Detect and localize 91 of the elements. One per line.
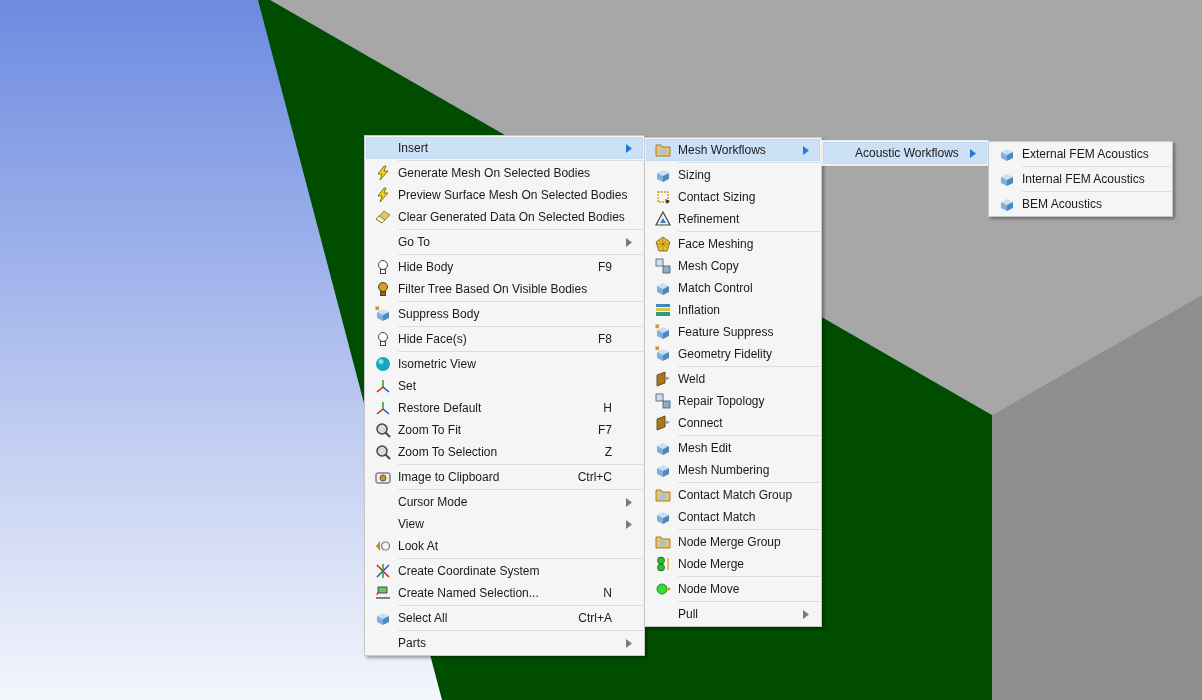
menu-item[interactable]: Match Control xyxy=(646,277,820,299)
shortcut-text: F8 xyxy=(598,332,613,346)
layers-icon xyxy=(654,302,671,318)
triangle-icon xyxy=(654,211,671,227)
menu-item[interactable]: External FEM Acoustics xyxy=(990,143,1171,165)
menu-item[interactable]: Contact Sizing xyxy=(646,186,820,208)
menu-item[interactable]: Hide Body F9 xyxy=(366,256,643,278)
magnifier-icon xyxy=(374,444,391,460)
menu-item[interactable]: Inflation xyxy=(646,299,820,321)
shortcut-text: N xyxy=(603,586,613,600)
eraser-icon xyxy=(374,209,391,225)
shortcut-text: F9 xyxy=(598,260,613,274)
menu-item[interactable]: Sizing xyxy=(646,164,820,186)
menu-item[interactable]: Mesh Workflows xyxy=(646,139,820,161)
menu-item[interactable]: Restore Default H xyxy=(366,397,643,419)
cube-icon xyxy=(998,196,1015,212)
menu-item[interactable]: Geometry Fidelity xyxy=(646,343,820,365)
menu-item[interactable]: Filter Tree Based On Visible Bodies xyxy=(366,278,643,300)
shortcut-text: Z xyxy=(604,445,613,459)
frame-icon xyxy=(654,189,671,205)
cube-icon xyxy=(654,167,671,183)
axes-icon xyxy=(374,563,391,579)
sphere-icon xyxy=(374,356,391,372)
shortcut-text: Ctrl+A xyxy=(578,611,613,625)
menu-item[interactable]: Internal FEM Acoustics xyxy=(990,168,1171,190)
menu-item[interactable]: Weld xyxy=(646,368,820,390)
menu-item[interactable]: Generate Mesh On Selected Bodies xyxy=(366,162,643,184)
shortcut-text: H xyxy=(603,401,613,415)
menu-item[interactable]: Create Coordinate System xyxy=(366,560,643,582)
menu-item[interactable]: Connect xyxy=(646,412,820,434)
cube-icon xyxy=(374,306,391,322)
node-icon xyxy=(654,581,671,597)
menu-item[interactable]: Face Meshing xyxy=(646,233,820,255)
menu-item[interactable]: Mesh Edit xyxy=(646,437,820,459)
cube-icon xyxy=(654,462,671,478)
cube-icon xyxy=(654,280,671,296)
menu-item[interactable]: Hide Face(s) F8 xyxy=(366,328,643,350)
cube-icon xyxy=(654,346,671,362)
cube-icon xyxy=(654,440,671,456)
menu-item[interactable]: Repair Topology xyxy=(646,390,820,412)
magnifier-icon xyxy=(374,422,391,438)
cube-icon xyxy=(998,171,1015,187)
menu-item[interactable]: Contact Match Group xyxy=(646,484,820,506)
camera-icon xyxy=(374,469,391,485)
menu-item[interactable]: Refinement xyxy=(646,208,820,230)
cubes-icon xyxy=(654,393,671,409)
menu-item[interactable]: Set xyxy=(366,375,643,397)
cube-icon xyxy=(998,146,1015,162)
shortcut-text: Ctrl+C xyxy=(577,470,613,484)
menu-item[interactable]: Image to Clipboard Ctrl+C xyxy=(366,466,643,488)
menu-item[interactable]: Mesh Numbering xyxy=(646,459,820,481)
selection-icon xyxy=(374,585,391,601)
grid-icon xyxy=(654,236,671,252)
menu-item[interactable]: Preview Surface Mesh On Selected Bodies xyxy=(366,184,643,206)
node-icon xyxy=(654,556,671,572)
menu-item[interactable]: BEM Acoustics xyxy=(990,193,1171,215)
menu-item[interactable]: Acoustic Workflows xyxy=(823,142,987,164)
flag-icon xyxy=(654,415,671,431)
menu-item[interactable]: Create Named Selection... N xyxy=(366,582,643,604)
menu-item[interactable]: Mesh Copy xyxy=(646,255,820,277)
lightning-icon xyxy=(374,187,391,203)
menu-item[interactable]: Clear Generated Data On Selected Bodies xyxy=(366,206,643,228)
cube-icon xyxy=(654,324,671,340)
axes-icon xyxy=(374,400,391,416)
menu-item[interactable]: Node Merge Group xyxy=(646,531,820,553)
menu-item[interactable]: Look At xyxy=(366,535,643,557)
cubes-icon xyxy=(654,258,671,274)
menu-item[interactable]: Isometric View xyxy=(366,353,643,375)
cube-icon xyxy=(374,610,391,626)
shortcut-text: F7 xyxy=(598,423,613,437)
flag-icon xyxy=(654,371,671,387)
menu-item[interactable]: Contact Match xyxy=(646,506,820,528)
menu-item[interactable]: Pull xyxy=(646,603,820,625)
menu-item[interactable]: Node Merge xyxy=(646,553,820,575)
axes-icon xyxy=(374,378,391,394)
lightning-icon xyxy=(374,165,391,181)
menu-item[interactable]: Insert xyxy=(366,137,643,159)
folder-icon xyxy=(654,142,671,158)
menu-item[interactable]: Select All Ctrl+A xyxy=(366,607,643,629)
folder-icon xyxy=(654,487,671,503)
menu-item[interactable]: View xyxy=(366,513,643,535)
menu-item[interactable]: Go To xyxy=(366,231,643,253)
menu-item[interactable]: Zoom To Selection Z xyxy=(366,441,643,463)
menu-item[interactable]: Zoom To Fit F7 xyxy=(366,419,643,441)
menu-item[interactable]: Suppress Body xyxy=(366,303,643,325)
menu-item[interactable]: Node Move xyxy=(646,578,820,600)
menu-item[interactable]: Cursor Mode xyxy=(366,491,643,513)
folder-icon xyxy=(654,534,671,550)
cube-icon xyxy=(654,509,671,525)
menu-item[interactable]: Parts xyxy=(366,632,643,654)
menu-item[interactable]: Feature Suppress xyxy=(646,321,820,343)
